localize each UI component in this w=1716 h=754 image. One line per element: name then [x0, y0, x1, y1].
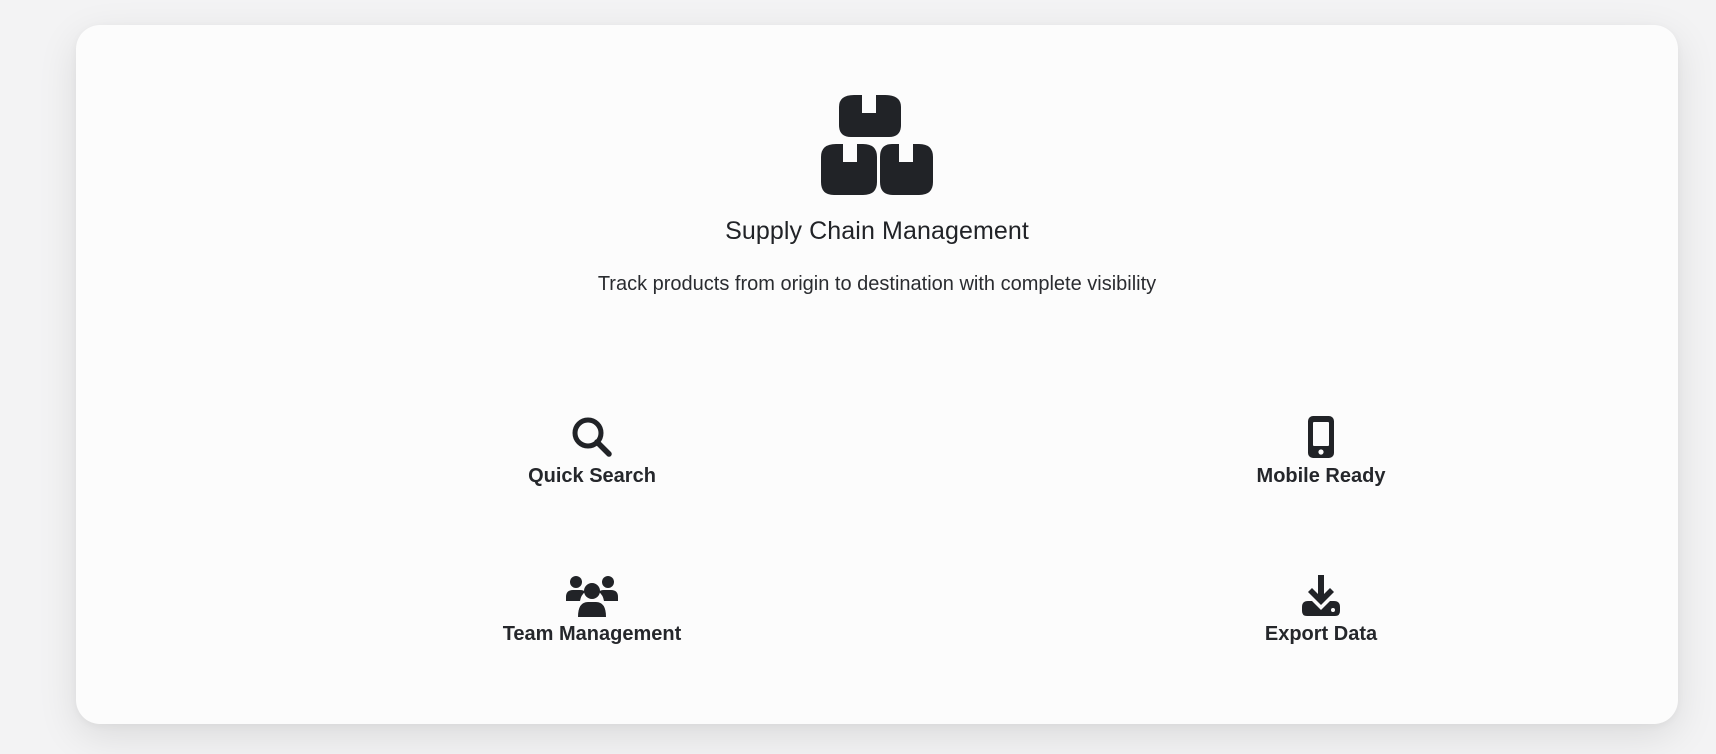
feature-team-management[interactable]: Team Management: [432, 573, 752, 646]
feature-label: Export Data: [1264, 623, 1378, 645]
download-icon: [1302, 575, 1340, 616]
feature-export-data[interactable]: Export Data: [1161, 573, 1481, 646]
feature-mobile-ready[interactable]: Mobile Ready: [1161, 415, 1481, 488]
feature-card: Supply Chain Management Track products f…: [76, 25, 1678, 724]
mobile-phone-icon: [1308, 416, 1334, 458]
feature-label: Team Management: [502, 623, 682, 645]
boxes-icon: [821, 95, 933, 195]
page-title: Supply Chain Management: [725, 217, 1029, 245]
search-icon: [572, 417, 612, 457]
feature-label: Mobile Ready: [1256, 465, 1386, 487]
feature-quick-search[interactable]: Quick Search: [432, 415, 752, 488]
feature-label: Quick Search: [528, 465, 656, 487]
users-icon: [566, 576, 618, 617]
page-subtitle: Track products from origin to destinatio…: [597, 273, 1157, 295]
